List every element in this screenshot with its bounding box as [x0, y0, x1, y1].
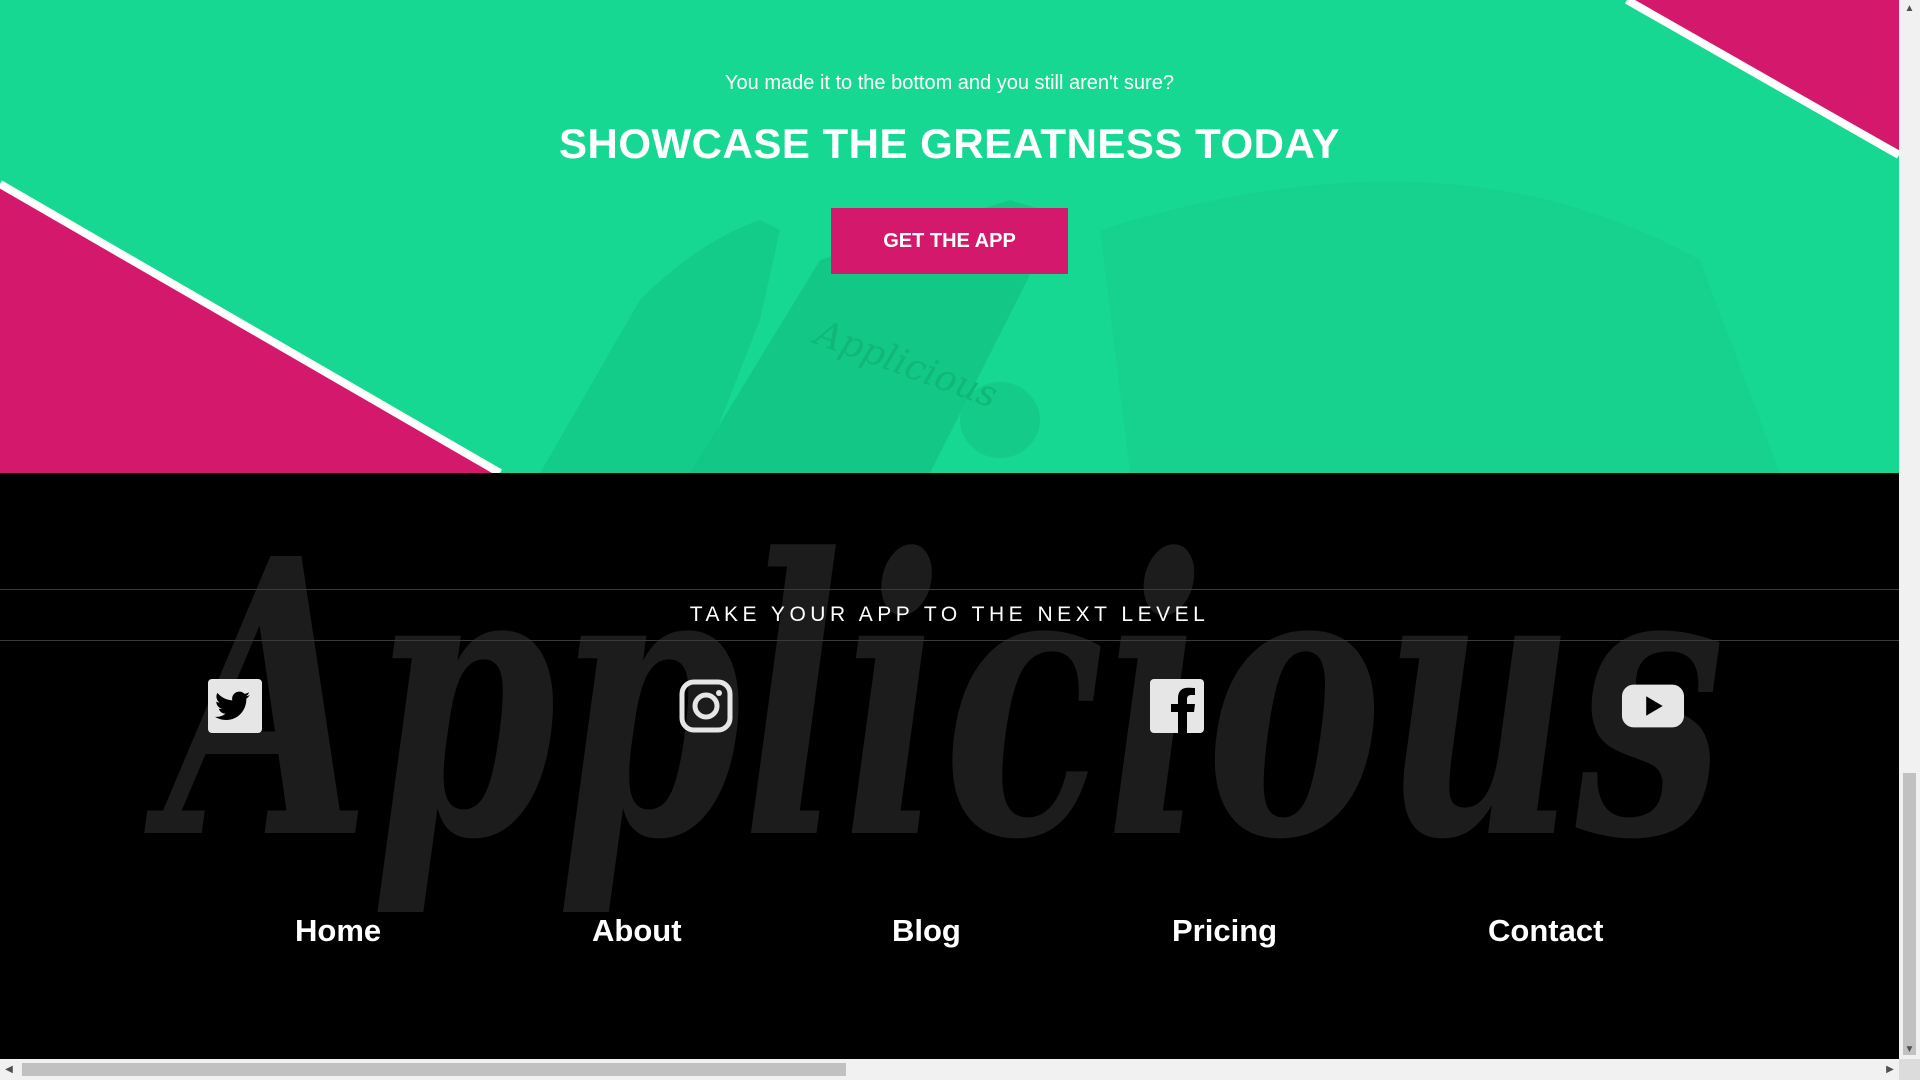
- scrollbar-corner: [1899, 1059, 1920, 1080]
- footer-nav-about[interactable]: About: [592, 913, 682, 949]
- horizontal-scrollbar[interactable]: ◀ ▶: [0, 1059, 1899, 1080]
- scroll-left-arrow-icon[interactable]: ◀: [0, 1059, 18, 1080]
- footer-nav-blog[interactable]: Blog: [892, 913, 961, 949]
- cta-heading: SHOWCASE THE GREATNESS TODAY: [559, 120, 1340, 167]
- horizontal-scroll-thumb[interactable]: [22, 1063, 846, 1076]
- twitter-icon[interactable]: [203, 674, 267, 738]
- footer-nav-home[interactable]: Home: [295, 913, 381, 949]
- vertical-scrollbar[interactable]: ▲ ▼: [1899, 0, 1920, 1059]
- footer: Applicious TAKE YOUR APP TO THE NEXT LEV…: [0, 473, 1899, 1059]
- applicious-watermark-logo: Applicious: [144, 476, 1725, 923]
- scroll-down-arrow-icon[interactable]: ▼: [1899, 1041, 1920, 1059]
- youtube-icon[interactable]: [1621, 674, 1685, 738]
- scroll-up-arrow-icon[interactable]: ▲: [1899, 0, 1920, 18]
- tagline-band: TAKE YOUR APP TO THE NEXT LEVEL: [0, 589, 1899, 641]
- get-the-app-button[interactable]: GET THE APP: [831, 208, 1068, 274]
- footer-nav-contact[interactable]: Contact: [1488, 913, 1603, 949]
- instagram-icon[interactable]: [674, 674, 738, 738]
- cta-section: Applicious You made it to the bottom and…: [0, 0, 1899, 473]
- svg-text:Applicious: Applicious: [144, 476, 1725, 923]
- footer-nav-pricing[interactable]: Pricing: [1172, 913, 1277, 949]
- page-viewport: Applicious You made it to the bottom and…: [0, 0, 1899, 1059]
- vertical-scroll-thumb[interactable]: [1903, 773, 1916, 1055]
- cta-subtitle: You made it to the bottom and you still …: [725, 72, 1174, 94]
- scroll-right-arrow-icon[interactable]: ▶: [1881, 1059, 1899, 1080]
- facebook-icon[interactable]: [1145, 674, 1209, 738]
- footer-tagline: TAKE YOUR APP TO THE NEXT LEVEL: [689, 603, 1210, 626]
